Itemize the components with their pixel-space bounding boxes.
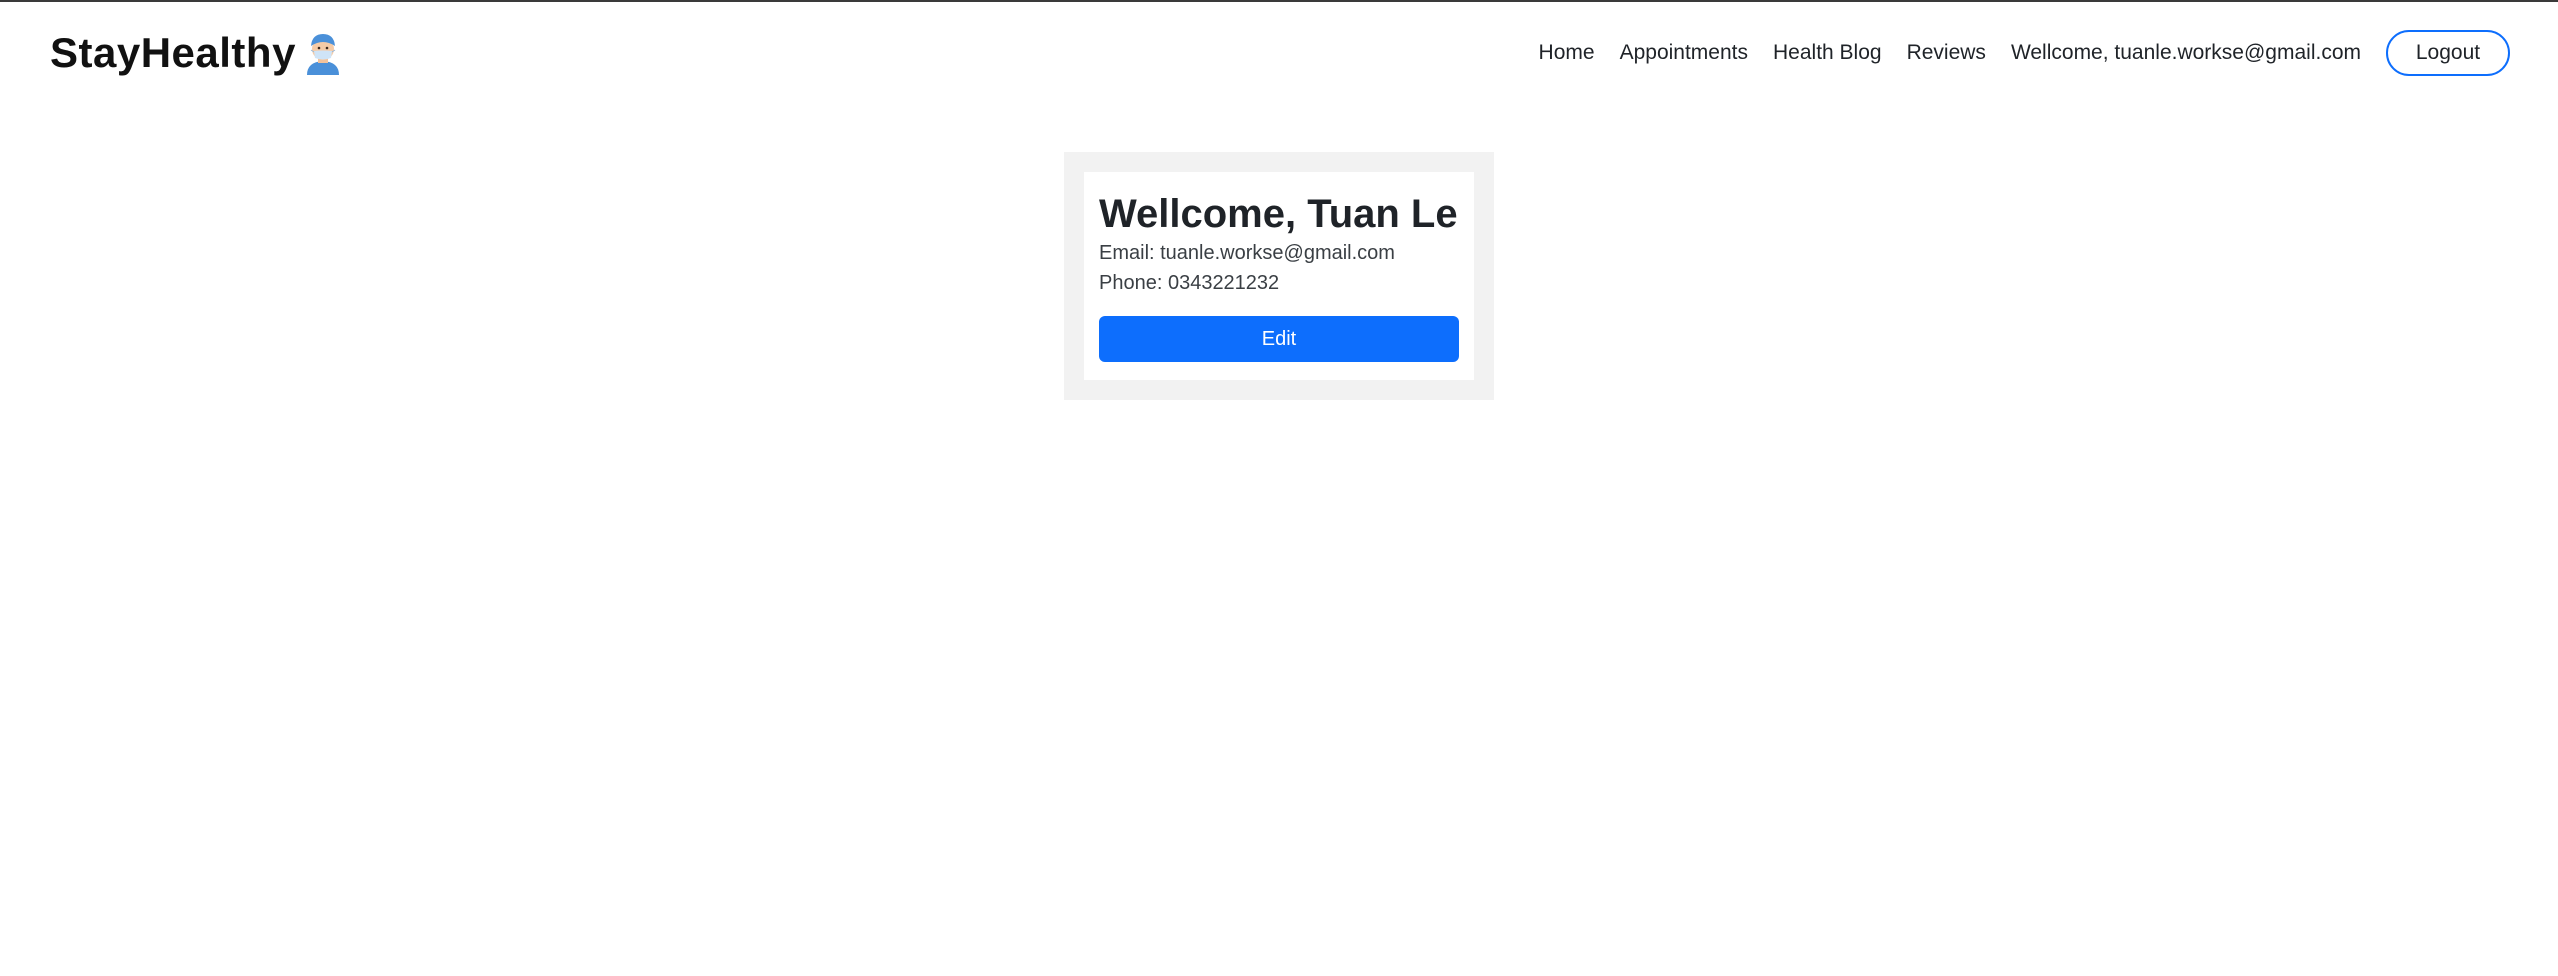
edit-profile-button[interactable]: Edit: [1099, 316, 1459, 362]
brand-name: StayHealthy: [50, 29, 296, 76]
nav-link-health-blog[interactable]: Health Blog: [1773, 41, 1882, 65]
profile-email: Email: tuanle.workse@gmail.com: [1099, 242, 1395, 264]
nav-link-reviews[interactable]: Reviews: [1907, 41, 1986, 65]
nav-link-home[interactable]: Home: [1539, 41, 1595, 65]
navbar: StayHealthy Home Appointments Health Blo…: [0, 2, 2558, 102]
profile-panel: Wellcome, Tuan Le Email: tuanle.workse@g…: [1064, 152, 1494, 400]
profile-phone: Phone: 0343221232: [1099, 272, 1280, 294]
profile-card: Wellcome, Tuan Le Email: tuanle.workse@g…: [1084, 172, 1474, 380]
doctor-emoji-icon: [304, 31, 342, 75]
nav-links: Home Appointments Health Blog Reviews We…: [1539, 30, 2510, 76]
user-greeting: Wellcome, tuanle.workse@gmail.com: [2010, 41, 2361, 64]
profile-title: Wellcome, Tuan Le: [1099, 192, 1458, 236]
nav-link-appointments[interactable]: Appointments: [1620, 41, 1748, 65]
logout-button[interactable]: Logout: [2386, 30, 2510, 76]
brand-logo[interactable]: StayHealthy: [50, 28, 342, 78]
